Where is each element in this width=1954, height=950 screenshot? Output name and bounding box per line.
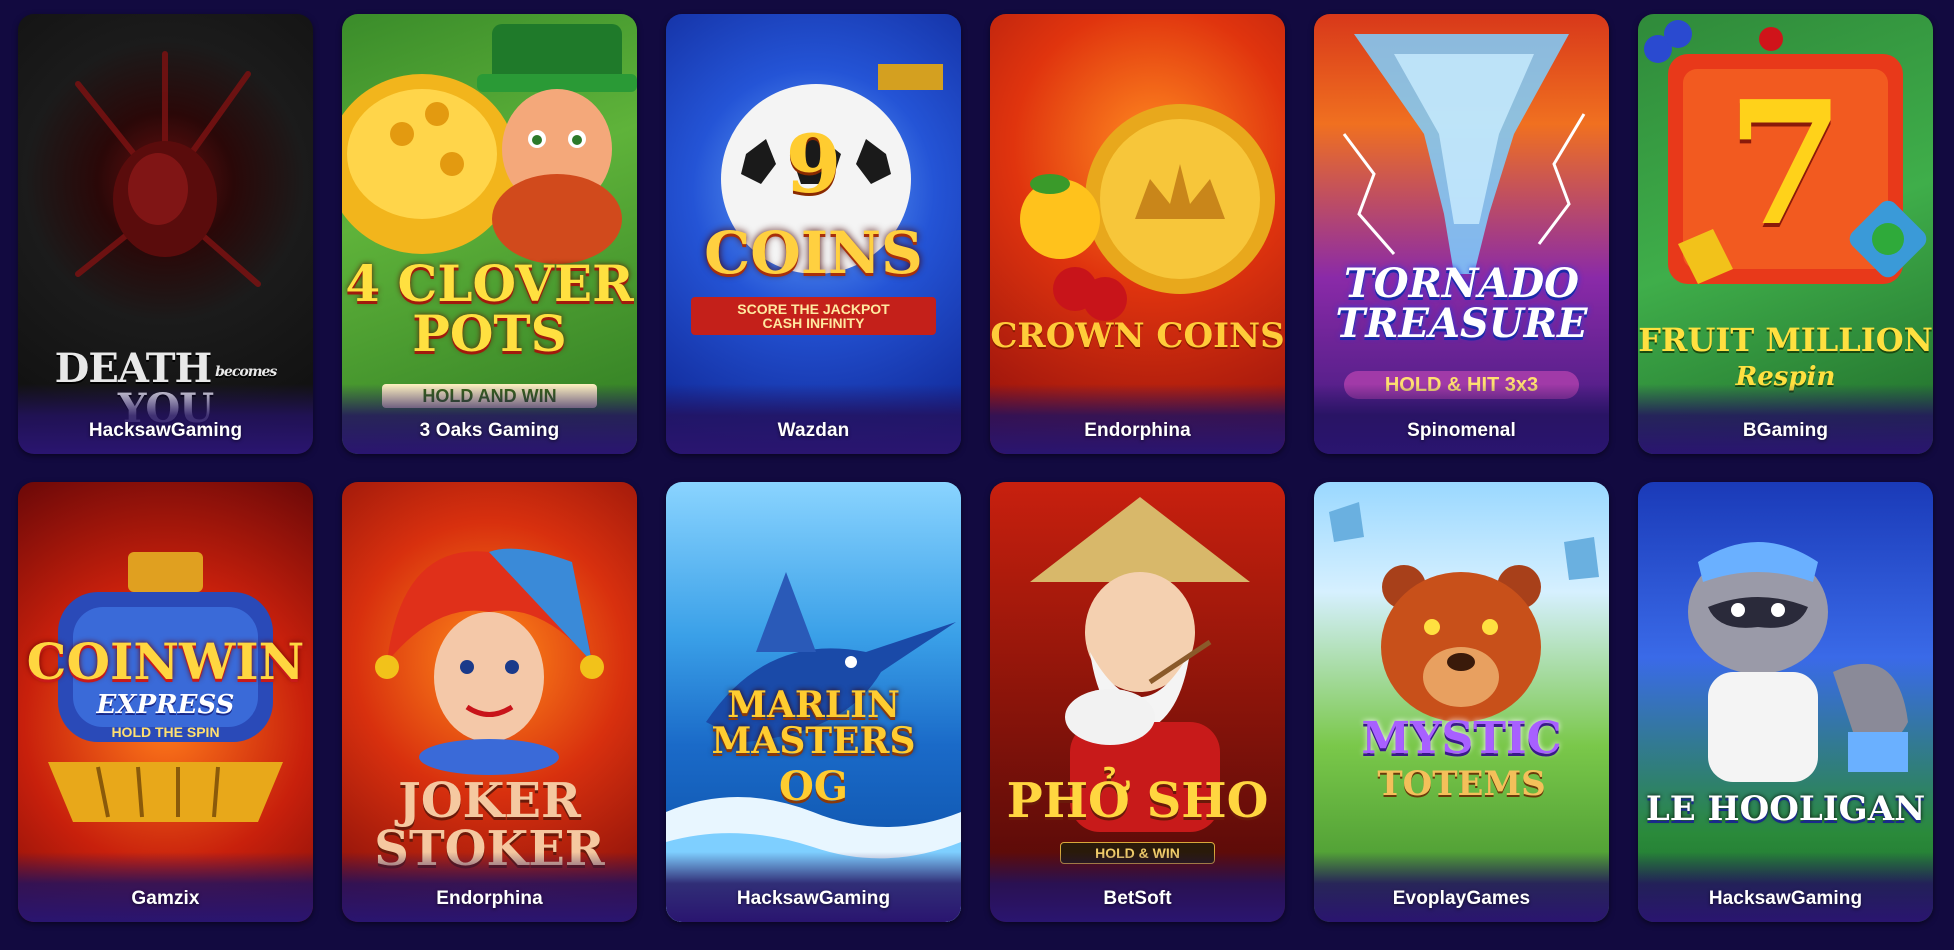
card-caption — [18, 852, 313, 922]
game-subtitle-art: OG — [778, 763, 848, 810]
game-card[interactable]: JOKER STOKER Endorphina — [342, 482, 637, 922]
game-title-art: PHỞ SHO — [1006, 773, 1269, 829]
game-title-art: FRUIT MILLION — [1638, 321, 1933, 359]
provider-name: Endorphina — [436, 888, 543, 909]
game-card[interactable]: COINWIN EXPRESS HOLD THE SPIN Gamzix — [18, 482, 313, 922]
game-grid: DEATH becomes YOU HacksawGaming 4 — [18, 14, 1936, 922]
game-card[interactable]: 7 FRUIT MILLION Respin BGaming — [1638, 14, 1933, 454]
game-card[interactable]: 9 COINS SCORE THE JACKPOT CASH INFINITY W… — [666, 14, 961, 454]
game-title-art: CROWN COINS — [990, 316, 1285, 356]
game-title-art: EXPRESS — [96, 690, 235, 720]
provider-name: Spinomenal — [1407, 420, 1516, 441]
card-caption — [666, 384, 961, 454]
provider-name: Endorphina — [1084, 420, 1191, 441]
game-title-art: 7 — [1726, 64, 1845, 264]
card-caption — [990, 384, 1285, 454]
game-card[interactable]: TORNADOTREASURE HOLD & HIT 3x3 Spinomena… — [1314, 14, 1609, 454]
game-title-art: MARLIN MASTERS — [711, 684, 916, 762]
game-card[interactable]: DEATH becomes YOU HacksawGaming — [18, 14, 313, 454]
game-card[interactable]: CROWN COINS Endorphina — [990, 14, 1285, 454]
card-caption — [1638, 384, 1933, 454]
card-caption — [1314, 852, 1609, 922]
game-title-art: COINS — [704, 219, 923, 287]
game-card[interactable]: LE HOOLIGAN HacksawGaming — [1638, 482, 1933, 922]
game-title-art: LE HOOLIGAN — [1645, 789, 1926, 829]
provider-name: HacksawGaming — [736, 888, 891, 909]
provider-name: Wazdan — [777, 420, 850, 441]
provider-name: BGaming — [1742, 420, 1829, 441]
game-card[interactable]: MYSTIC TOTEMS EvoplayGames — [1314, 482, 1609, 922]
game-card[interactable]: PHỞ SHO HOLD & WIN BetSoft — [990, 482, 1285, 922]
game-card[interactable]: 4 CLOVERPOTS HOLD AND WIN 3 Oaks Gaming — [342, 14, 637, 454]
card-caption — [1314, 384, 1609, 454]
game-title-art: 9 — [785, 117, 842, 211]
provider-name: BetSoft — [1103, 888, 1172, 909]
provider-name: HacksawGaming — [1708, 888, 1863, 909]
game-title-art: 4 CLOVER POTS — [345, 254, 634, 363]
game-subtitle-art: HOLD THE SPIN — [111, 724, 220, 740]
provider-name: HacksawGaming — [88, 420, 243, 441]
card-caption — [342, 852, 637, 922]
game-title-art: TORNADO TREASURE — [1335, 260, 1588, 347]
card-caption — [18, 384, 313, 454]
game-title-art: MYSTIC — [1361, 713, 1562, 764]
card-caption — [342, 384, 637, 454]
provider-name: 3 Oaks Gaming — [419, 420, 560, 441]
card-caption — [1638, 852, 1933, 922]
game-card[interactable]: MARLIN MASTERS OG HacksawGaming — [666, 482, 961, 922]
game-subtitle-art: SCORE THE JACKPOT CASH INFINITY — [691, 297, 936, 335]
card-caption — [666, 852, 961, 922]
game-title-art: COINWIN — [26, 632, 305, 691]
provider-name: Gamzix — [131, 888, 200, 909]
card-caption — [990, 852, 1285, 922]
game-title-art: TOTEMS — [1377, 764, 1546, 804]
provider-name: EvoplayGames — [1392, 888, 1531, 909]
